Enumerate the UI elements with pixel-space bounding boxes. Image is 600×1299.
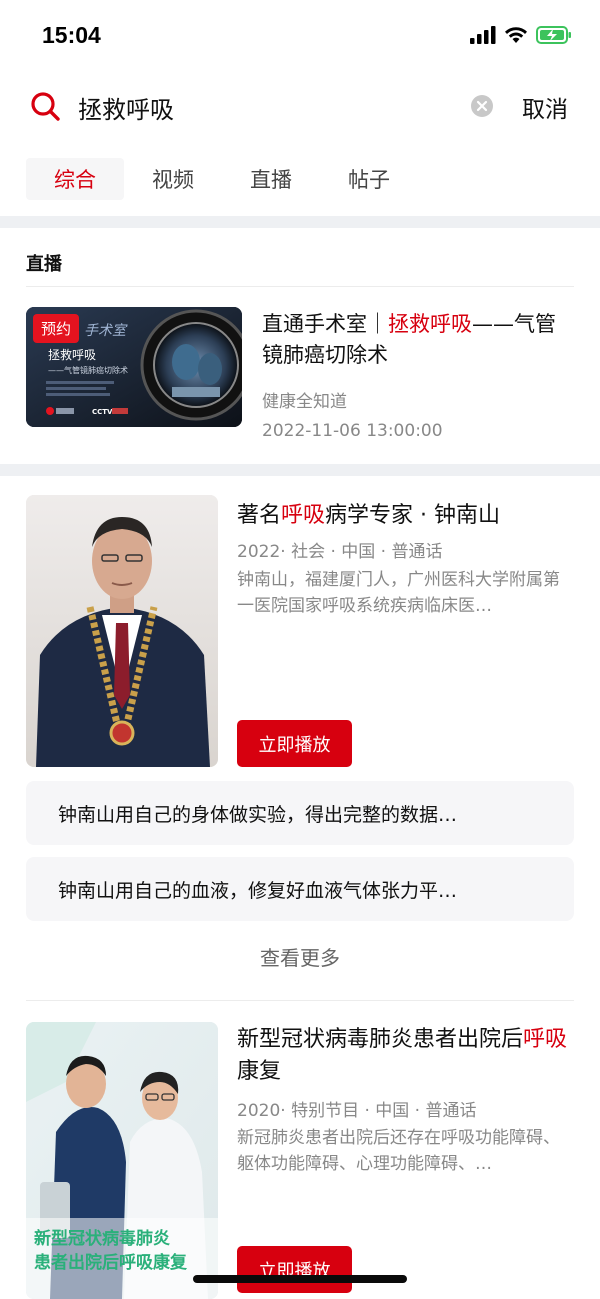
person-title: 著名呼吸病学专家 · 钟南山 [237,503,501,528]
person-description: 钟南山，福建厦门人，广州医科大学附属第一医院国家呼吸系统疾病临床医… [237,570,560,616]
status-time: 15:04 [42,22,101,48]
highlight-keyword: 呼吸 [281,503,326,528]
tab-video[interactable]: 视频 [124,158,222,200]
wifi-icon [505,27,527,43]
live-datetime: 2022-11-06 13:00:00 [262,421,443,441]
section-divider [0,216,600,228]
highlight-keyword: 呼吸 [523,1027,568,1052]
search-input[interactable]: 拯救呼吸 [78,90,174,125]
status-icons [470,26,572,44]
tab-live[interactable]: 直播 [222,158,320,200]
search-bar: 拯救呼吸 取消 [0,80,600,134]
svg-text:CCTV: CCTV [92,408,113,416]
see-more-link[interactable]: 查看更多 [0,942,600,971]
portrait-image [26,495,218,767]
play-now-button[interactable]: 立即播放 [237,1246,352,1293]
program-title: 新型冠状病毒肺炎患者出院后呼吸康复 [237,1027,568,1084]
divider [26,1000,574,1001]
play-now-button[interactable]: 立即播放 [237,720,352,767]
program-description: 新冠肺炎患者出院后还存在呼吸功能障碍、躯体功能障碍、心理功能障碍、… [237,1128,560,1174]
live-thumbnail: 手术室 拯救呼吸 ——气管镜肺癌切除术 CCTV 预约 [26,307,242,427]
battery-charging-icon [536,26,571,44]
program-photo: 新型冠状病毒肺炎 患者出院后呼吸康复 [26,1022,218,1299]
live-section-title: 直播 [26,254,62,275]
live-card[interactable]: 手术室 拯救呼吸 ——气管镜肺癌切除术 CCTV 预约 直通手术室｜拯救呼吸——… [26,307,574,447]
signal-icon [470,26,496,44]
cancel-button[interactable]: 取消 [522,90,568,124]
program-caption: 新型冠状病毒肺炎 患者出院后呼吸康复 [34,1229,187,1273]
status-bar: 15:04 [0,0,600,72]
clear-icon[interactable] [470,94,494,118]
search-icon[interactable] [30,91,60,121]
live-title: 直通手术室｜拯救呼吸——气管镜肺癌切除术 [262,312,556,367]
section-divider [0,464,600,476]
person-card[interactable]: 著名呼吸病学专家 · 钟南山 2022· 社会 · 中国 · 普通话 钟南山，福… [26,495,574,767]
svg-text:手术室: 手术室 [84,323,128,339]
episode-item[interactable]: 钟南山用自己的血液，修复好血液气体张力平… [26,857,574,921]
live-source[interactable]: 健康全知道 [262,387,347,412]
highlight-keyword: 拯救呼吸 [388,312,472,336]
divider [26,286,574,287]
svg-text:——气管镜肺癌切除术: ——气管镜肺癌切除术 [48,365,128,375]
episode-item[interactable]: 钟南山用自己的身体做实验，得出完整的数据… [26,781,574,845]
reserve-badge: 预约 [33,314,80,343]
home-indicator[interactable] [193,1275,407,1283]
person-meta: 2022· 社会 · 中国 · 普通话 [237,542,443,562]
tab-all[interactable]: 综合 [26,158,124,200]
tab-posts[interactable]: 帖子 [320,158,418,200]
search-tabs: 综合 视频 直播 帖子 [26,158,418,200]
program-card[interactable]: 新型冠状病毒肺炎 患者出院后呼吸康复 新型冠状病毒肺炎患者出院后呼吸康复 2020… [26,1022,574,1299]
svg-text:拯救呼吸: 拯救呼吸 [48,347,96,362]
program-meta: 2020· 特别节目 · 中国 · 普通话 [237,1101,477,1121]
person-photo [26,495,218,767]
